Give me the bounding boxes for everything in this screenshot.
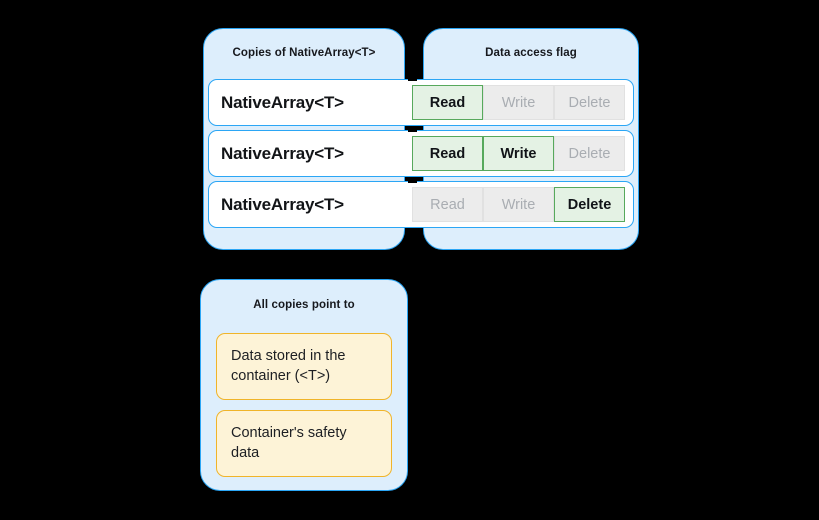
copy-label: NativeArray<T>	[221, 143, 344, 163]
table-row[interactable]: NativeArray<T> Read Write Delete	[208, 130, 634, 177]
table-row[interactable]: NativeArray<T> Read Write Delete	[208, 181, 634, 228]
copies-panel-title: Copies of NativeArray<T>	[232, 47, 376, 59]
copy-label: NativeArray<T>	[221, 194, 344, 214]
flag-cell-read[interactable]: Read	[412, 85, 483, 120]
flag-cell-delete[interactable]: Delete	[554, 136, 625, 171]
copies-and-flags-group: Copies of NativeArray<T> Data access fla…	[203, 28, 639, 250]
pointer-panel-title: All copies point to	[253, 299, 355, 311]
flag-cell-write[interactable]: Write	[483, 136, 554, 171]
pointer-note-list: Data stored in the container (<T>) Conta…	[216, 333, 392, 478]
flag-group: Read Write Delete	[412, 85, 625, 120]
flag-cell-write[interactable]: Write	[483, 187, 554, 222]
copy-row-list: NativeArray<T> Read Write Delete NativeA…	[208, 79, 634, 228]
flag-cell-read[interactable]: Read	[412, 187, 483, 222]
flag-cell-delete[interactable]: Delete	[554, 187, 625, 222]
flag-cell-read[interactable]: Read	[412, 136, 483, 171]
panel-seam-notch	[408, 75, 417, 81]
flag-cell-write[interactable]: Write	[483, 85, 554, 120]
panel-seam-notch	[408, 177, 417, 183]
flag-group: Read Write Delete	[412, 187, 625, 222]
flag-cell-delete[interactable]: Delete	[554, 85, 625, 120]
diagram-canvas: Copies of NativeArray<T> Data access fla…	[0, 0, 819, 520]
note-safety-data: Container's safety data	[216, 410, 392, 478]
flag-group: Read Write Delete	[412, 136, 625, 171]
flag-panel-title: Data access flag	[485, 47, 577, 59]
panel-seam-notch	[408, 126, 417, 132]
table-row[interactable]: NativeArray<T> Read Write Delete	[208, 79, 634, 126]
pointer-panel: All copies point to Data stored in the c…	[200, 279, 408, 491]
note-data-stored: Data stored in the container (<T>)	[216, 333, 392, 401]
copy-label: NativeArray<T>	[221, 92, 344, 112]
